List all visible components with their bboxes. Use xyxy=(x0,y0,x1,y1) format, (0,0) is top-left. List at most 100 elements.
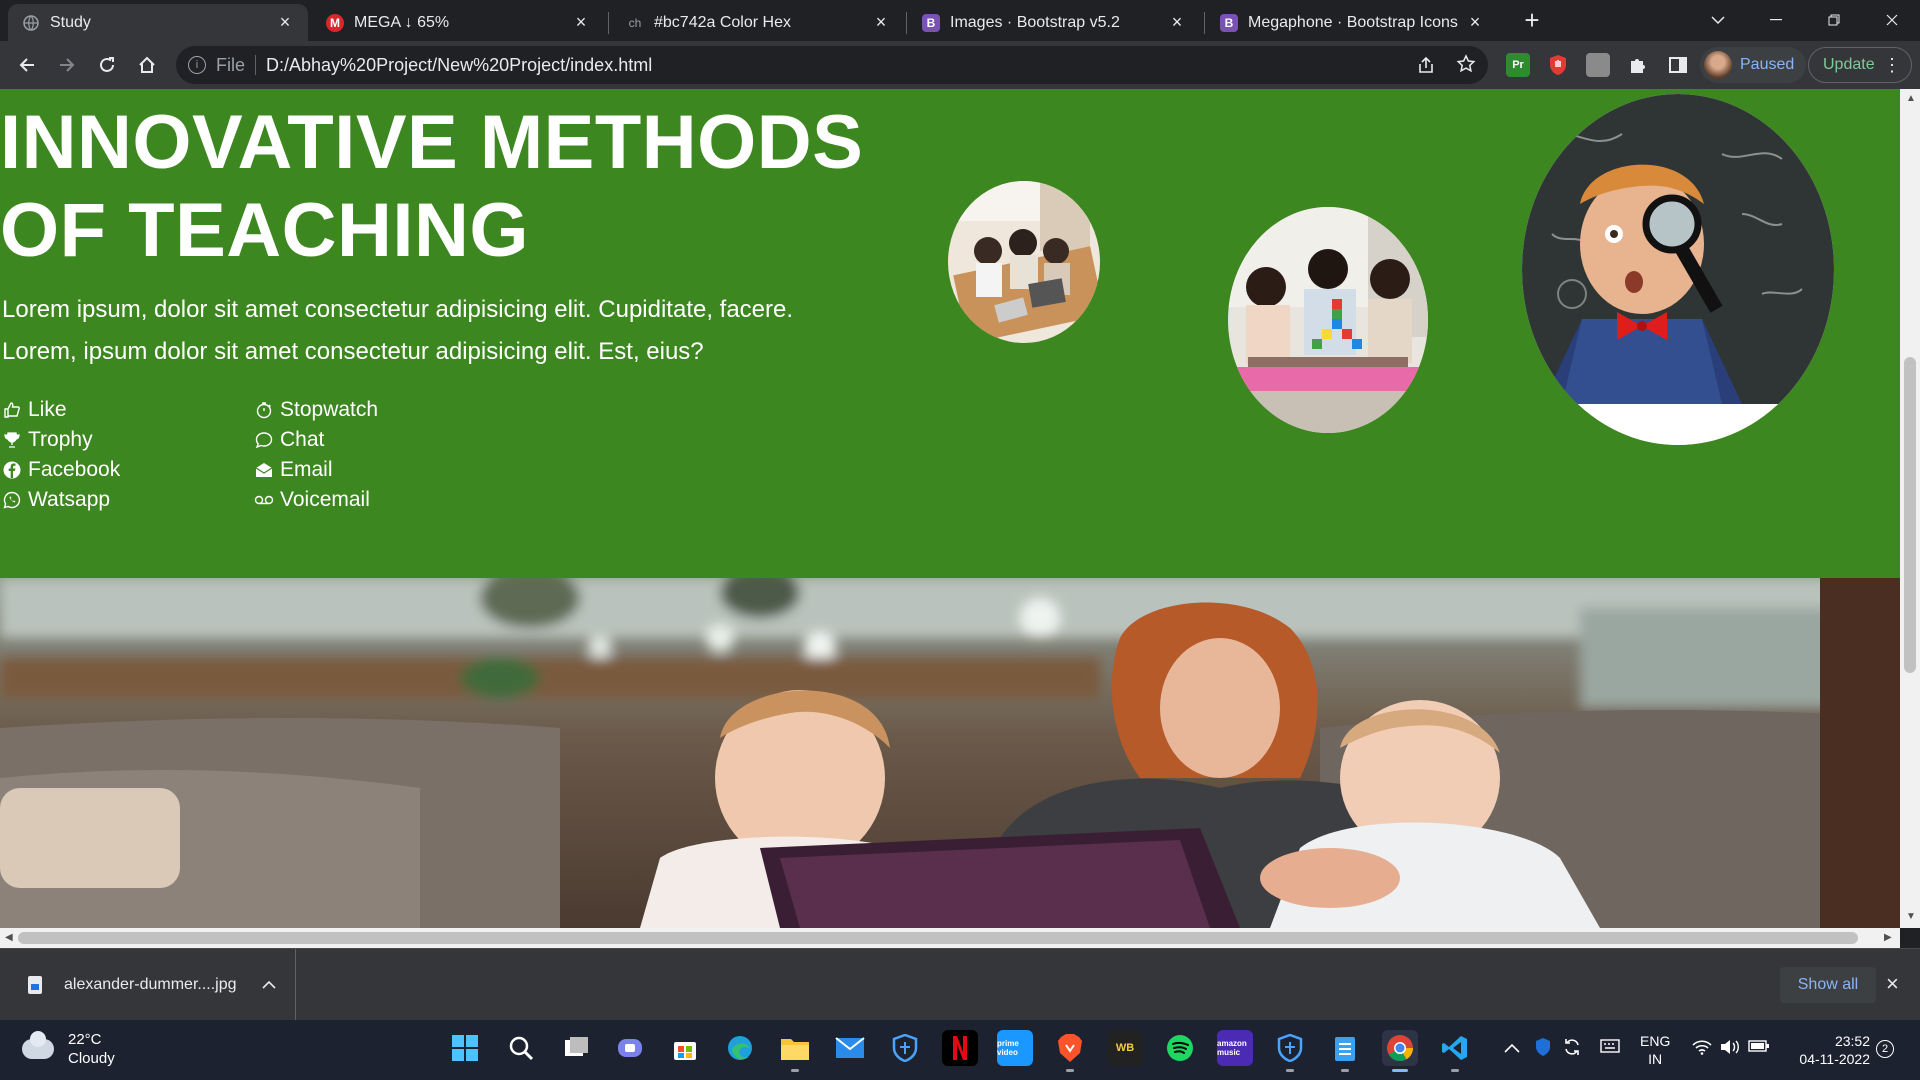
info-icon[interactable]: i xyxy=(188,56,206,74)
wifi-icon[interactable] xyxy=(1692,1039,1712,1059)
language-indicator[interactable]: ENG IN xyxy=(1640,1032,1670,1068)
spotify-icon[interactable] xyxy=(1162,1030,1198,1066)
notification-badge[interactable]: 2 xyxy=(1876,1040,1894,1058)
forward-button[interactable] xyxy=(51,49,83,81)
prime-video-icon[interactable]: prime video xyxy=(997,1030,1033,1066)
tab-separator xyxy=(1204,12,1205,34)
teams-chat-icon[interactable] xyxy=(612,1030,648,1066)
tab-colorhexa[interactable]: ch #bc742a Color Hex × xyxy=(612,4,904,41)
address-bar[interactable]: i File D:/Abhay%20Project/New%20Project/… xyxy=(176,46,1488,84)
task-view-icon[interactable] xyxy=(558,1030,594,1066)
tab-bootstrap-icons[interactable]: B Megaphone · Bootstrap Icons × xyxy=(1206,4,1498,41)
scroll-right-icon[interactable]: ▶ xyxy=(1884,932,1892,943)
defender-tray-icon[interactable] xyxy=(1534,1037,1552,1061)
hero-section: INNOVATIVE METHODS OF TEACHING Lorem ips… xyxy=(0,89,1900,578)
update-button[interactable]: Update ⋮ xyxy=(1808,47,1912,83)
running-indicator xyxy=(1066,1069,1074,1072)
notepad-icon[interactable] xyxy=(1327,1030,1363,1072)
tab-study[interactable]: Study × xyxy=(8,4,308,41)
close-icon[interactable]: × xyxy=(1466,12,1484,33)
profile-button[interactable]: Paused xyxy=(1700,47,1806,83)
edge-icon[interactable] xyxy=(722,1030,758,1066)
list-label: Like xyxy=(28,398,67,421)
clock-date: 04-11-2022 xyxy=(1799,1051,1870,1067)
back-button[interactable] xyxy=(11,49,43,81)
whatsapp-icon xyxy=(2,490,22,510)
tab-title: MEGA ↓ 65% xyxy=(354,13,450,31)
close-icon[interactable]: × xyxy=(1886,971,1899,997)
scroll-down-icon[interactable]: ▼ xyxy=(1906,911,1916,922)
horizontal-scrollbar[interactable]: ◀ ▶ xyxy=(0,928,1900,948)
weather-desc: Cloudy xyxy=(68,1050,115,1067)
list-label: Trophy xyxy=(28,428,93,451)
tab-search-button[interactable] xyxy=(1694,0,1742,40)
download-item[interactable]: alexander-dummer....jpg xyxy=(0,949,296,1021)
sync-icon[interactable] xyxy=(1562,1037,1582,1061)
scroll-thumb[interactable] xyxy=(1904,357,1916,673)
store-icon[interactable] xyxy=(667,1030,703,1066)
tab-strip: Study × M MEGA ↓ 65% × ch #bc742a Color … xyxy=(0,0,1920,41)
minimize-icon xyxy=(1770,19,1782,21)
app-shield-icon[interactable] xyxy=(887,1030,923,1066)
more-vert-icon[interactable]: ⋮ xyxy=(1883,55,1901,76)
brave-icon[interactable] xyxy=(1052,1030,1088,1072)
scroll-left-icon[interactable]: ◀ xyxy=(5,932,13,943)
close-icon[interactable]: × xyxy=(1168,12,1186,33)
sidepanel-icon[interactable] xyxy=(1666,53,1690,77)
wb-icon[interactable]: WB xyxy=(1107,1030,1143,1066)
file-explorer-icon[interactable] xyxy=(777,1030,813,1072)
chevron-up-icon[interactable] xyxy=(1504,1040,1520,1057)
mail-icon[interactable] xyxy=(832,1030,868,1066)
image-file-icon xyxy=(28,976,42,994)
chevron-up-icon[interactable] xyxy=(262,977,276,993)
home-button[interactable] xyxy=(131,49,163,81)
shield-ext-icon[interactable] xyxy=(1546,53,1570,77)
tab-mega[interactable]: M MEGA ↓ 65% × xyxy=(312,4,604,41)
photo-boy-magnifier xyxy=(1522,94,1834,445)
search-icon[interactable] xyxy=(503,1030,539,1066)
scroll-thumb[interactable] xyxy=(18,932,1858,944)
icon-list-right: Stopwatch Chat Email Voicemail xyxy=(254,395,378,515)
tab-title: Images · Bootstrap v5.2 xyxy=(950,13,1120,31)
url-text[interactable]: D:/Abhay%20Project/New%20Project/index.h… xyxy=(266,55,652,76)
volume-icon[interactable] xyxy=(1720,1039,1740,1059)
reload-icon xyxy=(100,57,114,72)
close-window-button[interactable] xyxy=(1868,0,1916,40)
reload-button[interactable] xyxy=(91,49,123,81)
close-icon[interactable]: × xyxy=(572,12,590,33)
list-item: Like xyxy=(2,395,120,425)
vertical-scrollbar[interactable]: ▲ ▼ xyxy=(1900,89,1920,928)
close-icon[interactable]: × xyxy=(276,12,294,33)
arrow-left-icon xyxy=(19,58,34,72)
list-label: Watsapp xyxy=(28,488,111,511)
restore-button[interactable] xyxy=(1810,0,1858,40)
close-icon[interactable]: × xyxy=(872,12,890,33)
show-all-button[interactable]: Show all xyxy=(1780,967,1876,1003)
gray-ext-icon[interactable] xyxy=(1586,53,1610,77)
profile-status: Paused xyxy=(1740,56,1795,73)
weather-widget[interactable]: 22°C Cloudy xyxy=(22,1030,115,1068)
photo-kids-blocks xyxy=(1228,207,1428,433)
puzzle-icon[interactable] xyxy=(1626,53,1650,77)
premiere-ext-icon[interactable]: Pr xyxy=(1506,53,1530,77)
keyboard-icon[interactable] xyxy=(1600,1039,1620,1057)
netflix-icon[interactable] xyxy=(942,1030,978,1066)
restore-icon xyxy=(1828,14,1840,26)
chrome-icon[interactable] xyxy=(1382,1030,1418,1072)
windows-start-icon[interactable] xyxy=(447,1030,483,1066)
share-icon[interactable] xyxy=(1416,55,1436,80)
bookmark-star-icon[interactable] xyxy=(1456,54,1476,79)
minimize-button[interactable] xyxy=(1752,0,1800,40)
cloud-icon xyxy=(22,1031,54,1059)
tab-separator xyxy=(608,12,609,34)
tab-bootstrap-images[interactable]: B Images · Bootstrap v5.2 × xyxy=(908,4,1200,41)
clock-time: 23:52 xyxy=(1834,1033,1870,1049)
clock[interactable]: 23:52 04-11-2022 xyxy=(1790,1032,1870,1068)
app-shield2-icon[interactable] xyxy=(1272,1030,1308,1072)
new-tab-button[interactable]: + xyxy=(1508,0,1556,40)
battery-icon[interactable] xyxy=(1748,1039,1770,1057)
scroll-up-icon[interactable]: ▲ xyxy=(1906,93,1916,104)
amazon-music-icon[interactable]: amazon music xyxy=(1217,1030,1253,1066)
vscode-icon[interactable] xyxy=(1437,1030,1473,1072)
icon-list-left: Like Trophy Facebook Watsapp xyxy=(2,395,120,515)
